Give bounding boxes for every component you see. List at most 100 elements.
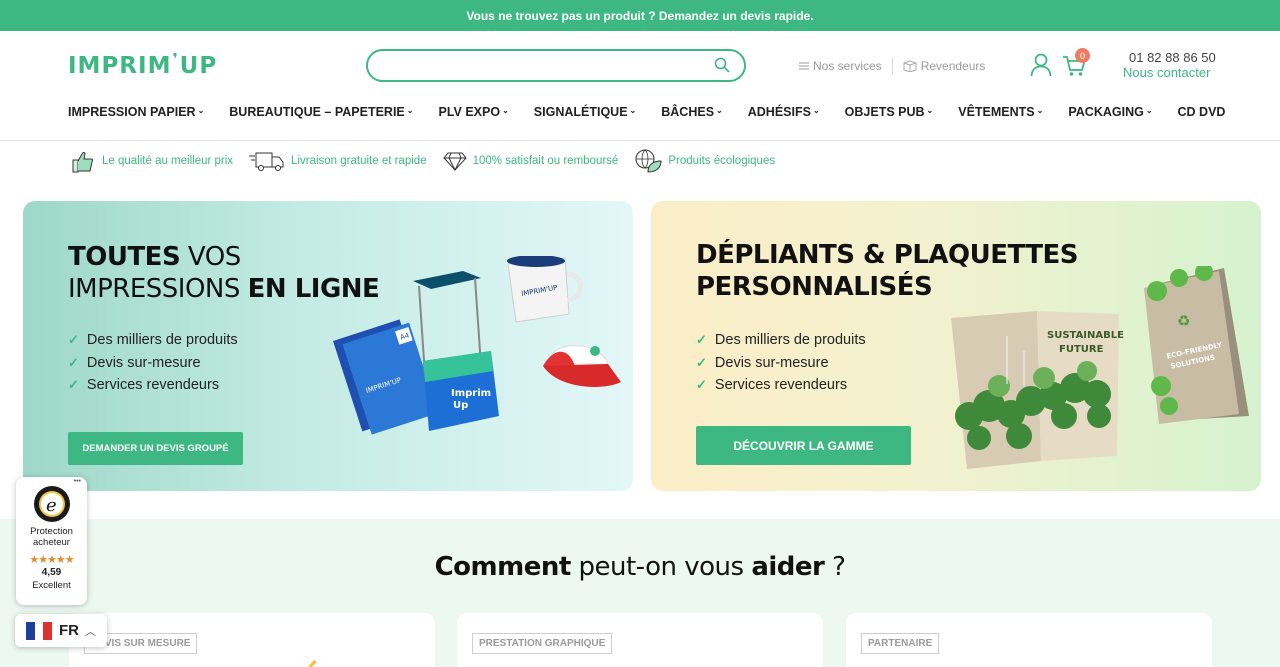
contact-link[interactable]: Nous contacter [1123, 65, 1210, 80]
chevron-down-icon: ⌄ [197, 105, 205, 115]
nav-item-cd-dvd[interactable]: CD DVD [1178, 105, 1226, 119]
discover-range-button[interactable]: DÉCOUVRIR LA GAMME [696, 426, 911, 465]
benefit-list: ✓ Des milliers de produits ✓ Devis sur-mes… [68, 329, 238, 397]
language-selector[interactable]: FR ︿ [15, 614, 107, 647]
chevron-down-icon: ⌄ [406, 105, 414, 115]
help-card-partner[interactable]: PARTENAIRE [846, 613, 1212, 667]
recycle-icon: ♻ [1177, 312, 1190, 330]
logo-text-right: UP [179, 53, 218, 79]
help-title-strong: aider [751, 552, 825, 582]
benefit-label: Services revendeurs [86, 377, 220, 393]
banner-title-light: VOS [180, 242, 241, 272]
header-links: Nos services Revendeurs [799, 58, 985, 74]
rating-label: Excellent [32, 580, 71, 591]
cap-image [543, 345, 621, 387]
check-icon: ✓ [696, 377, 707, 392]
promo-bar[interactable]: Vous ne trouvez pas un produit ? Demande… [0, 0, 1280, 31]
nav-label: CD DVD [1177, 105, 1226, 119]
check-icon: ✓ [696, 332, 707, 347]
thumbs-up-icon [72, 152, 94, 173]
nav-label: PLV EXPO [438, 105, 501, 119]
feature-label: 100% satisfait ou remboursé [472, 155, 619, 167]
cart-count-badge: 0 [1075, 48, 1090, 63]
promo-products-illustration: A4 IMPRIM'UP Imprim Up IMPRIM'UP [333, 256, 621, 435]
help-card-custom-quote[interactable]: DEVIS SUR MESURE [69, 613, 435, 667]
main-nav: IMPRESSION PAPIER ⌄ BUREAUTIQUE – PAPETER… [68, 105, 1250, 119]
benefit-item: ✓ Devis sur-mesure [68, 352, 238, 375]
nav-item-adhesifs[interactable]: ADHÉSIFS ⌄ [748, 105, 820, 119]
nav-item-plv-expo[interactable]: PLV EXPO ⌄ [438, 105, 508, 119]
services-link-label: Nos services [813, 59, 882, 73]
eco-globe-icon [635, 149, 662, 173]
feature-label: Le qualité au meilleur prix [102, 155, 234, 167]
rating-stars: ★★★★★ [29, 554, 74, 566]
help-title-strong: Comment [434, 552, 572, 582]
box-icon [903, 60, 917, 72]
benefit-item: ✓ Des milliers de produits [696, 329, 866, 352]
chevron-down-icon: ⌄ [812, 105, 820, 115]
check-icon: ✓ [68, 377, 79, 392]
help-title-light: peut-on vous [570, 552, 752, 582]
services-link[interactable]: Nos services [799, 59, 882, 73]
banner-title-strong: PERSONNALISÉS [696, 272, 933, 302]
protection-text: Protection [30, 526, 73, 537]
promo-cta-link[interactable]: Demandez un devis rapide. [659, 9, 814, 23]
nav-item-impression-papier[interactable]: IMPRESSION PAPIER ⌄ [68, 105, 204, 119]
diamond-icon [442, 152, 467, 171]
card-tag: PARTENAIRE [861, 633, 940, 654]
stand-text: Up [453, 400, 468, 411]
pencil-icon [307, 660, 317, 667]
help-card-graphic-service[interactable]: PRESTATION GRAPHIQUE [457, 613, 823, 667]
brochure-image: SUSTAINABLE FUTURE [951, 311, 1124, 469]
benefit-item: ✓ Devis sur-mesure [696, 352, 866, 375]
user-account-icon[interactable] [1030, 53, 1052, 77]
chevron-down-icon: ⌄ [1036, 105, 1044, 115]
check-icon: ✓ [68, 354, 79, 370]
nav-item-objets-pub[interactable]: OBJETS PUB ⌄ [845, 105, 934, 119]
nav-item-signaletique[interactable]: SIGNALÉTIQUE ⌄ [534, 105, 636, 119]
logo[interactable]: IMPRIM❜UP [68, 50, 218, 79]
chevron-down-icon: ⌄ [1145, 105, 1153, 115]
nav-item-vetements[interactable]: VÊTEMENTS ⌄ [958, 105, 1043, 119]
nav-label: SIGNALÉTIQUE [533, 105, 628, 119]
group-quote-button[interactable]: DEMANDER UN DEVIS GROUPÉ [68, 432, 243, 465]
banner-title-strong: TOUTES [68, 242, 181, 272]
protection-text: acheteur [33, 537, 70, 548]
nav-label: OBJETS PUB [844, 105, 925, 119]
search-icon[interactable] [714, 57, 730, 73]
buyer-protection-label: Protection acheteur [16, 526, 87, 548]
nav-item-baches[interactable]: BÂCHES ⌄ [661, 105, 723, 119]
resellers-link[interactable]: Revendeurs [903, 59, 986, 73]
brochure-text: FUTURE [1059, 344, 1104, 355]
search-input[interactable] [366, 49, 746, 82]
nav-item-packaging[interactable]: PACKAGING ⌄ [1068, 105, 1152, 119]
logo-text-left: IMPRIM [68, 53, 172, 79]
resellers-link-label: Revendeurs [920, 59, 986, 73]
benefit-label: Des milliers de produits [86, 332, 238, 348]
language-code: FR [59, 622, 79, 639]
check-icon: ✓ [696, 354, 707, 370]
hero-banner-brochures[interactable]: DÉPLIANTS & PLAQUETTES PERSONNALISÉS ✓ De… [651, 201, 1261, 491]
nav-item-bureautique[interactable]: BUREAUTIQUE – PAPETERIE ⌄ [229, 105, 413, 119]
stand-text: Imprim [451, 388, 491, 399]
promo-question: Vous ne trouvez pas un produit ? [466, 8, 656, 23]
benefit-label: Devis sur-mesure [714, 354, 829, 371]
nav-label: IMPRESSION PAPIER [68, 105, 196, 119]
features-strip: Le qualité au meilleur prix Livraison gr… [70, 148, 791, 174]
trusted-shops-badge[interactable]: ••• e Protection acheteur ★★★★★ 4,59 Exc… [16, 477, 87, 605]
chevron-down-icon: ⌄ [926, 105, 934, 115]
hero-banner-online-printing[interactable]: TOUTES VOS IMPRESSIONS EN LIGNE ✓ Des mil… [23, 201, 633, 491]
phone-number[interactable]: 01 82 88 86 50 [1129, 50, 1216, 65]
check-icon: ✓ [68, 332, 79, 347]
benefit-list: ✓ Des milliers de produits ✓ Devis sur-mes… [696, 329, 866, 397]
trusted-shops-seal-icon: e [33, 486, 70, 522]
chevron-up-icon: ︿ [85, 625, 96, 638]
nav-label: PACKAGING [1068, 105, 1144, 119]
chevron-down-icon: ⌄ [716, 105, 723, 115]
nav-label: ADHÉSIFS [747, 105, 811, 119]
benefit-item: ✓ Services revendeurs [696, 374, 866, 397]
chevron-down-icon: ⌄ [629, 105, 637, 115]
benefit-item: ✓ Services revendeurs [68, 374, 238, 397]
more-options-icon[interactable]: ••• [74, 478, 81, 485]
mug-image: IMPRIM'UP [507, 256, 583, 323]
